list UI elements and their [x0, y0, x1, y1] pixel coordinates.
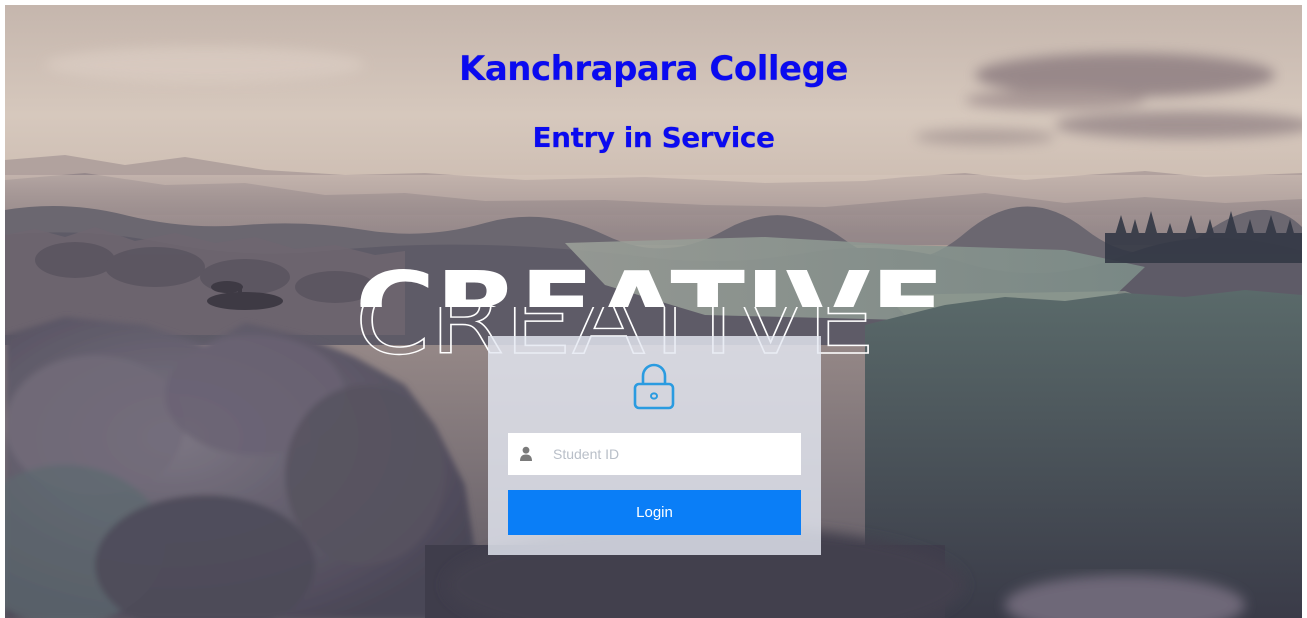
student-id-field[interactable] — [508, 433, 801, 475]
student-id-input[interactable] — [533, 433, 801, 475]
login-panel: Login — [488, 336, 821, 555]
page-subtitle: Entry in Service — [532, 121, 775, 155]
login-page: Kanchrapara College Entry in Service CRE… — [0, 0, 1307, 618]
login-button[interactable]: Login — [508, 490, 801, 535]
user-icon — [520, 446, 532, 461]
lock-icon — [633, 363, 675, 410]
page-title: Kanchrapara College — [459, 48, 848, 89]
